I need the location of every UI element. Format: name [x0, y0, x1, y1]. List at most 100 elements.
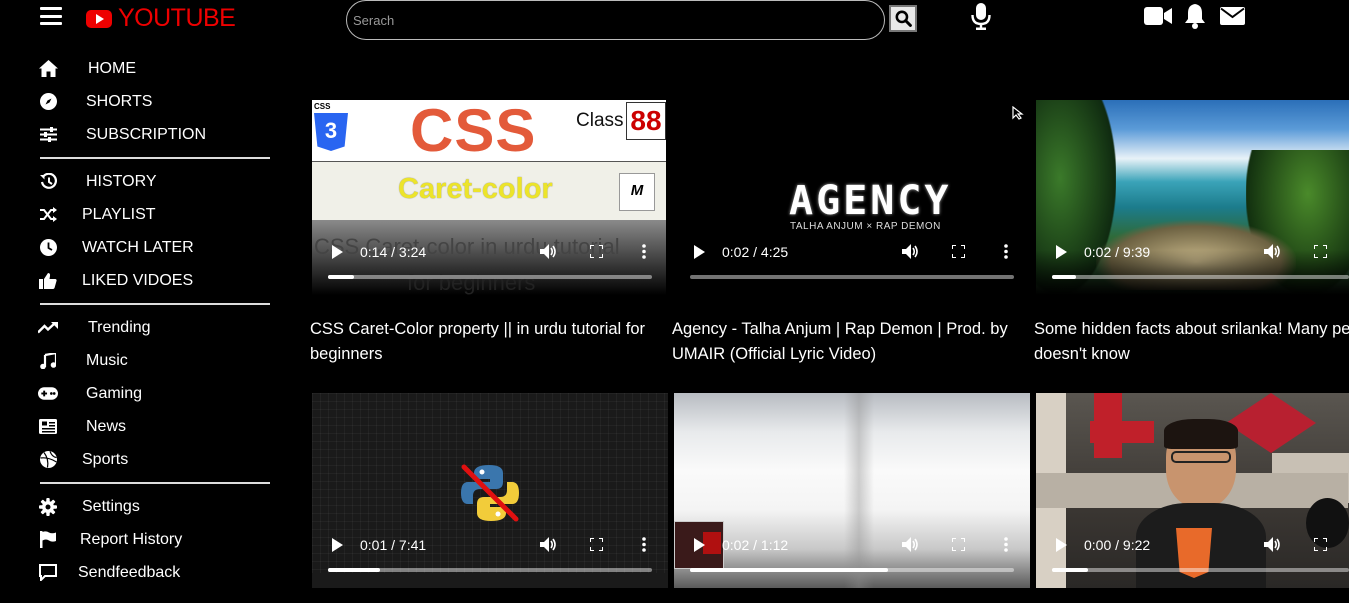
sidebar-item-settings[interactable]: Settings	[0, 490, 290, 523]
bell-icon[interactable]	[1184, 3, 1206, 29]
more-options-icon[interactable]	[642, 537, 646, 552]
thumb-agency-logo: AGENCY	[789, 178, 952, 224]
sidebar-item-playlist[interactable]: PLAYLIST	[0, 198, 290, 231]
sidebar-item-news[interactable]: News	[0, 410, 290, 443]
sidebar-item-sports[interactable]: Sports	[0, 443, 290, 476]
video-controls: 0:14 / 3:24	[312, 239, 668, 265]
video-player[interactable]	[1036, 393, 1349, 588]
sliders-icon	[38, 125, 58, 145]
sidebar-item-label: SUBSCRIPTION	[86, 125, 207, 143]
play-button[interactable]	[694, 245, 705, 259]
volume-icon[interactable]	[1264, 537, 1281, 552]
video-time: 0:00 / 9:22	[1084, 537, 1151, 553]
history-icon	[38, 172, 58, 192]
progress-bar[interactable]	[690, 568, 1014, 572]
fullscreen-icon[interactable]	[1314, 245, 1327, 258]
sidebar-item-label: Music	[86, 351, 128, 369]
sidebar-item-gaming[interactable]: Gaming	[0, 377, 290, 410]
logo[interactable]: YOUTUBE	[86, 4, 236, 33]
thumbs-up-icon	[38, 271, 58, 291]
volume-icon[interactable]	[902, 537, 919, 552]
search-input[interactable]	[346, 0, 885, 40]
video-player[interactable]: AGENCY TALHA ANJUM × RAP DEMON	[674, 100, 1030, 295]
thumb-overlay-subtitle: for beginners	[407, 270, 536, 295]
sidebar-item-watch-later[interactable]: WATCH LATER	[0, 231, 290, 264]
sidebar-item-shorts[interactable]: SHORTS	[0, 85, 290, 118]
sidebar-item-label: WATCH LATER	[82, 238, 194, 256]
video-player[interactable]: CSS 3 CSS Class 88 Caret-color M CSS Car…	[312, 100, 668, 295]
search-icon	[895, 10, 912, 27]
more-options-icon[interactable]	[642, 244, 646, 259]
progress-bar[interactable]	[1052, 568, 1349, 572]
mail-icon[interactable]	[1220, 7, 1245, 25]
hamburger-menu-icon[interactable]	[40, 7, 62, 25]
video-camera-icon[interactable]	[1144, 7, 1172, 25]
sidebar-item-label: PLAYLIST	[82, 205, 156, 223]
sidebar-item-label: HISTORY	[86, 172, 157, 190]
channel-logo: M	[619, 173, 655, 211]
volume-icon[interactable]	[1264, 244, 1281, 259]
play-button[interactable]	[332, 538, 343, 552]
microphone-icon[interactable]	[971, 3, 991, 30]
video-time: 0:02 / 1:12	[722, 537, 789, 553]
video-time: 0:01 / 7:41	[360, 537, 427, 553]
thumb-caret-text: Caret-color	[398, 173, 553, 205]
fullscreen-icon[interactable]	[1314, 538, 1327, 551]
newspaper-icon	[38, 417, 58, 437]
sidebar-item-music[interactable]: Music	[0, 344, 290, 377]
trending-icon	[38, 318, 58, 338]
video-player[interactable]	[312, 393, 668, 588]
fullscreen-icon[interactable]	[590, 245, 603, 258]
sidebar-item-trending[interactable]: Trending	[0, 311, 290, 344]
volume-icon[interactable]	[902, 244, 919, 259]
play-button[interactable]	[1056, 245, 1067, 259]
youtube-play-icon	[86, 9, 112, 28]
fullscreen-icon[interactable]	[952, 538, 965, 551]
video-player[interactable]	[1036, 100, 1349, 295]
video-controls: 0:02 / 4:25	[674, 239, 1030, 265]
progress-bar[interactable]	[328, 275, 652, 279]
sidebar-item-sendfeedback[interactable]: Sendfeedback	[0, 556, 290, 589]
fullscreen-icon[interactable]	[590, 538, 603, 551]
more-options-icon[interactable]	[1004, 244, 1008, 259]
progress-bar[interactable]	[328, 568, 652, 572]
play-button[interactable]	[1056, 538, 1067, 552]
sidebar-item-history[interactable]: HISTORY	[0, 165, 290, 198]
volume-icon[interactable]	[540, 244, 557, 259]
music-icon	[38, 351, 58, 371]
video-title[interactable]: CSS Caret-Color property || in urdu tuto…	[310, 317, 660, 367]
play-button[interactable]	[694, 538, 705, 552]
video-player[interactable]	[674, 393, 1030, 588]
cursor-icon	[1012, 106, 1024, 120]
more-options-icon[interactable]	[1004, 537, 1008, 552]
home-icon	[38, 59, 58, 79]
video-title[interactable]: Some hidden facts about srilanka! Many p…	[1034, 317, 1349, 367]
progress-bar[interactable]	[1052, 275, 1349, 279]
sidebar-item-label: Sports	[82, 450, 129, 468]
compass-icon	[38, 92, 58, 112]
progress-fill	[690, 568, 888, 572]
sidebar-item-label: News	[86, 417, 127, 435]
progress-fill	[1052, 275, 1076, 279]
volume-icon[interactable]	[540, 537, 557, 552]
python-logo-icon	[461, 464, 519, 522]
flag-icon	[38, 530, 58, 550]
sidebar-item-label: Settings	[82, 497, 140, 515]
fullscreen-icon[interactable]	[952, 245, 965, 258]
sidebar-item-label: Trending	[88, 318, 151, 336]
video-time: 0:14 / 3:24	[360, 244, 427, 260]
sidebar-item-liked-videos[interactable]: LIKED VIDOES	[0, 264, 290, 297]
video-title[interactable]: Agency - Talha Anjum | Rap Demon | Prod.…	[672, 317, 1022, 367]
play-button[interactable]	[332, 245, 343, 259]
sidebar-item-subscription[interactable]: SUBSCRIPTION	[0, 118, 290, 151]
sidebar-divider	[40, 303, 270, 305]
clock-icon	[38, 238, 58, 258]
video-controls: 0:02 / 9:39	[1036, 239, 1349, 265]
sidebar-item-label: LIKED VIDOES	[82, 271, 194, 289]
sidebar-item-home[interactable]: HOME	[0, 52, 290, 85]
sidebar-item-label: Sendfeedback	[78, 563, 181, 581]
progress-bar[interactable]	[690, 275, 1014, 279]
sidebar-item-report-history[interactable]: Report History	[0, 523, 290, 556]
search-button[interactable]	[889, 5, 917, 32]
thumb-class-text: Class	[576, 110, 624, 131]
